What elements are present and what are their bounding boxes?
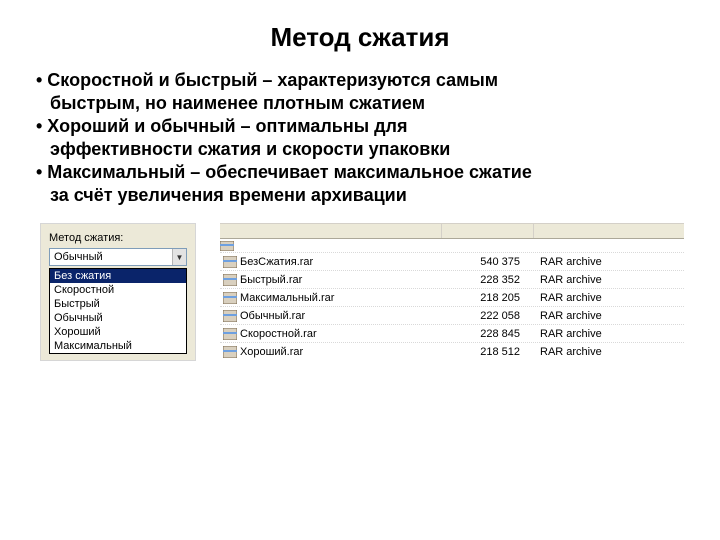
file-row[interactable]: Хороший.rar 218 512 RAR archive: [220, 343, 684, 361]
file-name: Обычный.rar: [240, 310, 442, 322]
rar-icon: [220, 274, 240, 286]
file-name: Хороший.rar: [240, 346, 442, 358]
file-type: RAR archive: [534, 328, 684, 340]
compression-method-panel: Метод сжатия: Обычный ▼ Без сжатия Скоро…: [40, 223, 196, 361]
file-size: 228 845: [442, 328, 534, 340]
file-row[interactable]: Обычный.rar 222 058 RAR archive: [220, 307, 684, 325]
option-good[interactable]: Хороший: [50, 325, 186, 339]
rar-icon: [220, 256, 240, 268]
chevron-down-icon[interactable]: ▼: [172, 249, 186, 265]
rar-icon: [220, 346, 240, 358]
file-name: БезСжатия.rar: [240, 256, 442, 268]
header-type[interactable]: [534, 224, 684, 238]
clipped-row: [220, 239, 684, 253]
file-name: Быстрый.rar: [240, 274, 442, 286]
file-row[interactable]: Максимальный.rar 218 205 RAR archive: [220, 289, 684, 307]
file-row[interactable]: БезСжатия.rar 540 375 RAR archive: [220, 253, 684, 271]
option-no-compression[interactable]: Без сжатия: [50, 269, 186, 283]
file-name: Скоростной.rar: [240, 328, 442, 340]
option-fastest[interactable]: Скоростной: [50, 283, 186, 297]
compression-method-combo[interactable]: Обычный ▼: [49, 248, 187, 266]
rar-icon: [220, 310, 240, 322]
file-type: RAR archive: [534, 274, 684, 286]
compression-method-droplist[interactable]: Без сжатия Скоростной Быстрый Обычный Хо…: [49, 268, 187, 354]
file-list-panel: БезСжатия.rar 540 375 RAR archive Быстры…: [220, 223, 684, 361]
bullet-2-line-2: эффективности сжатия и скорости упаковки: [36, 138, 684, 161]
option-normal[interactable]: Обычный: [50, 311, 186, 325]
file-size: 218 205: [442, 292, 534, 304]
bullet-3-line-1: • Максимальный – обеспечивает максимальн…: [36, 161, 684, 184]
bullet-2-line-1: • Хороший и обычный – оптимальны для: [36, 115, 684, 138]
dropdown-label: Метод сжатия:: [49, 232, 187, 244]
bullet-1-line-2: быстрым, но наименее плотным сжатием: [36, 92, 684, 115]
file-type: RAR archive: [534, 256, 684, 268]
file-list-header: [220, 223, 684, 239]
file-size: 540 375: [442, 256, 534, 268]
file-size: 228 352: [442, 274, 534, 286]
option-maximum[interactable]: Максимальный: [50, 339, 186, 353]
file-type: RAR archive: [534, 346, 684, 358]
file-row[interactable]: Быстрый.rar 228 352 RAR archive: [220, 271, 684, 289]
file-size: 222 058: [442, 310, 534, 322]
rar-icon: [220, 241, 240, 251]
file-size: 218 512: [442, 346, 534, 358]
combo-selected-text: Обычный: [54, 251, 103, 263]
file-type: RAR archive: [534, 310, 684, 322]
bullet-3-line-2: за счёт увеличения времени архивации: [36, 184, 684, 207]
header-size[interactable]: [442, 224, 534, 238]
option-fast[interactable]: Быстрый: [50, 297, 186, 311]
bullet-list: • Скоростной и быстрый – характеризуются…: [36, 69, 684, 207]
slide-title: Метод сжатия: [36, 22, 684, 53]
rar-icon: [220, 292, 240, 304]
file-row[interactable]: Скоростной.rar 228 845 RAR archive: [220, 325, 684, 343]
file-name: Максимальный.rar: [240, 292, 442, 304]
rar-icon: [220, 328, 240, 340]
header-name[interactable]: [220, 224, 442, 238]
file-type: RAR archive: [534, 292, 684, 304]
bullet-1-line-1: • Скоростной и быстрый – характеризуются…: [36, 69, 684, 92]
